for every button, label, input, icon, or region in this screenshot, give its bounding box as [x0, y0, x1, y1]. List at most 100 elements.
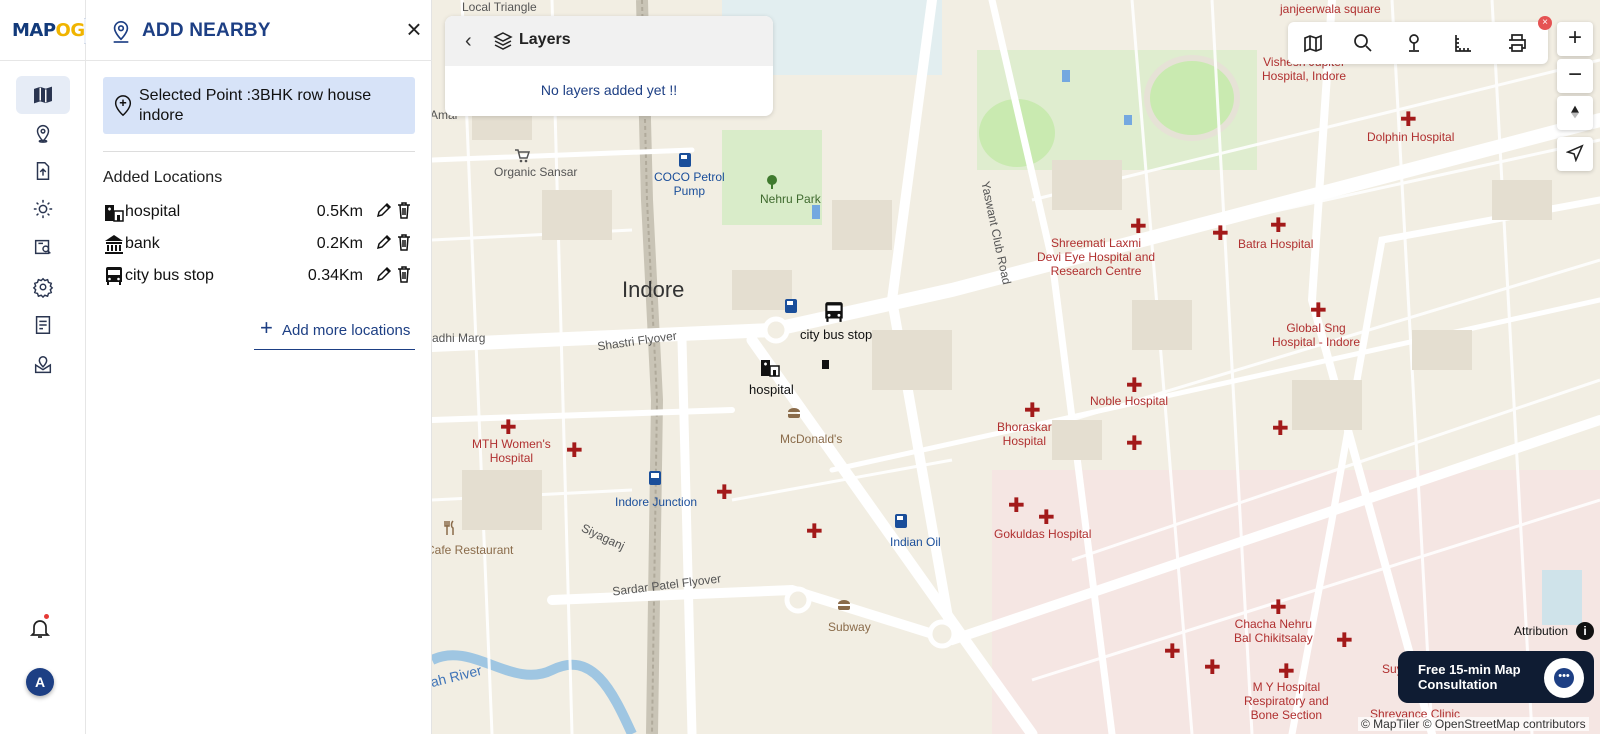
hospital-marker-icon[interactable]: ✚: [566, 441, 583, 461]
map-label-indian-oil: Indian Oil: [890, 535, 941, 549]
hospital-marker-icon[interactable]: ✚: [1038, 508, 1055, 528]
edit-icon[interactable]: [375, 233, 393, 251]
hospital-marker-icon[interactable]: ✚: [1008, 496, 1025, 516]
hospital-marker-icon[interactable]: ✚: [1024, 401, 1041, 421]
map-label-gokuldas: Gokuldas Hospital: [994, 527, 1092, 541]
location-row-bank: bank 0.2Km: [103, 231, 417, 257]
divider: [103, 151, 415, 152]
location-pin-icon[interactable]: [16, 114, 70, 152]
fuel-station-icon: [785, 299, 797, 313]
chat-icon[interactable]: •••: [1544, 658, 1584, 698]
toolbar-close-icon[interactable]: ×: [1538, 16, 1552, 30]
map-analysis-icon[interactable]: [16, 228, 70, 266]
left-rail: MAPOG A: [0, 0, 86, 734]
zoom-in-button[interactable]: +: [1557, 22, 1593, 56]
hospital-marker-icon[interactable]: ✚: [806, 522, 823, 542]
close-icon[interactable]: ×: [402, 16, 426, 42]
map-label-cafe: Cafe Restaurant: [432, 543, 514, 557]
location-distance: 0.5Km: [316, 203, 363, 220]
hospital-marker-icon[interactable]: ✚: [1126, 434, 1143, 454]
search-icon[interactable]: [1352, 32, 1374, 54]
location-name: hospital: [125, 203, 181, 220]
restaurant-icon: [444, 520, 454, 535]
checklist-icon[interactable]: [16, 306, 70, 344]
location-mail-icon[interactable]: [16, 346, 70, 384]
zoom-out-button[interactable]: −: [1557, 59, 1593, 93]
map-label-batra: Batra Hospital: [1238, 237, 1314, 251]
map-label-bhoraskar: Bhoraskar Hospital: [997, 420, 1052, 448]
bus-stop-marker-icon[interactable]: [822, 300, 846, 324]
trash-icon[interactable]: [395, 200, 413, 220]
hospital-marker-icon[interactable]: ✚: [1336, 631, 1353, 651]
edit-icon[interactable]: [375, 201, 393, 219]
locate-me-icon[interactable]: [1557, 137, 1593, 171]
map-label-global: Global Sng Hospital - Indore: [1272, 321, 1361, 349]
avatar[interactable]: A: [26, 668, 54, 696]
hospital-marker-icon[interactable]: ✚: [500, 418, 517, 438]
selected-point-box: Selected Point :3BHK row house indore: [103, 77, 415, 134]
map-label-indore-junction: Indore Junction: [615, 495, 698, 509]
train-station-icon: [649, 471, 661, 485]
layers-empty-message: No layers added yet !!: [540, 82, 678, 98]
add-nearby-panel: ADD NEARBY × Selected Point :3BHK row ho…: [86, 0, 432, 734]
map-label-local-triangle: Local Triangle: [462, 0, 537, 14]
hospital-marker-main-icon[interactable]: [759, 356, 781, 378]
trash-icon[interactable]: [395, 264, 413, 284]
bell-icon[interactable]: [28, 616, 52, 640]
print-icon[interactable]: [1506, 32, 1528, 54]
hospital-marker-icon[interactable]: ✚: [1130, 217, 1147, 237]
add-more-locations-button[interactable]: + Add more locations: [254, 312, 415, 350]
hospital-marker-icon[interactable]: ✚: [1272, 419, 1289, 439]
location-distance: 0.2Km: [316, 235, 363, 252]
fuel-station-icon: [679, 153, 691, 167]
back-icon[interactable]: ‹: [465, 30, 479, 52]
hospital-marker-icon[interactable]: ✚: [716, 483, 733, 503]
map-label-mth: MTH Women's Hospital: [472, 437, 551, 465]
edit-icon[interactable]: [375, 265, 393, 283]
map-label-my-hospital: M Y Hospital Respiratory and Bone Sectio…: [1244, 680, 1329, 722]
compass-icon[interactable]: [1557, 96, 1593, 130]
map-layers-icon[interactable]: [1302, 32, 1324, 54]
pin-icon[interactable]: [1403, 32, 1425, 54]
hospital-marker-icon[interactable]: ✚: [1164, 642, 1181, 662]
hospital-marker-icon[interactable]: ✚: [1126, 376, 1143, 396]
layers-icon: [493, 32, 513, 50]
logo-og-text: OG: [55, 20, 86, 41]
selected-point-marker[interactable]: [822, 360, 829, 369]
consultation-widget[interactable]: Free 15-min Map Consultation •••: [1398, 651, 1594, 703]
hospital-marker-icon[interactable]: ✚: [1278, 662, 1295, 682]
map-credits[interactable]: © MapTiler © OpenStreetMap contributors: [1358, 717, 1589, 731]
location-name: city bus stop: [125, 267, 214, 284]
info-icon[interactable]: i: [1576, 622, 1594, 640]
add-location-pin-icon: [114, 95, 132, 117]
hospital-marker-icon[interactable]: ✚: [1204, 658, 1221, 678]
hospital-marker-icon[interactable]: ✚: [1212, 224, 1229, 244]
attribution-label[interactable]: Attribution: [1514, 624, 1568, 638]
hospital-marker-icon[interactable]: ✚: [1270, 216, 1287, 236]
location-row-bus-stop: city bus stop 0.34Km: [103, 263, 417, 289]
map-label-janjeerwala: janjeerwala square: [1280, 2, 1381, 16]
hospital-marker-icon[interactable]: ✚: [1310, 301, 1327, 321]
map-label-dolphin: Dolphin Hospital: [1367, 130, 1455, 144]
map-label-mcdonalds: McDonald's: [780, 432, 843, 446]
map-icon[interactable]: [16, 76, 70, 114]
measure-icon[interactable]: [1452, 32, 1474, 54]
hospital-marker-icon[interactable]: ✚: [1400, 110, 1417, 130]
bus-icon: [106, 267, 122, 285]
layers-panel: ‹ Layers No layers added yet !!: [445, 16, 773, 116]
hospital-marker-icon[interactable]: ✚: [1270, 598, 1287, 618]
panel-header: ADD NEARBY ×: [86, 0, 432, 61]
map-label-organic: Organic Sansar: [494, 165, 578, 179]
notification-dot: [44, 614, 49, 619]
rail-divider: [0, 60, 86, 61]
trash-icon[interactable]: [395, 232, 413, 252]
fast-food-icon: [788, 408, 800, 418]
upload-file-icon[interactable]: [16, 152, 70, 190]
hospital-icon: [105, 205, 124, 222]
mapog-logo[interactable]: MAPOG: [12, 20, 85, 41]
panel-title: ADD NEARBY: [142, 20, 271, 41]
map-label-indore: Indore: [622, 277, 685, 302]
settings-icon[interactable]: [16, 268, 70, 306]
gear-sun-icon[interactable]: [16, 190, 70, 228]
map-label-shreemati: Shreemati Laxmi Devi Eye Hospital and Re…: [1037, 236, 1156, 278]
